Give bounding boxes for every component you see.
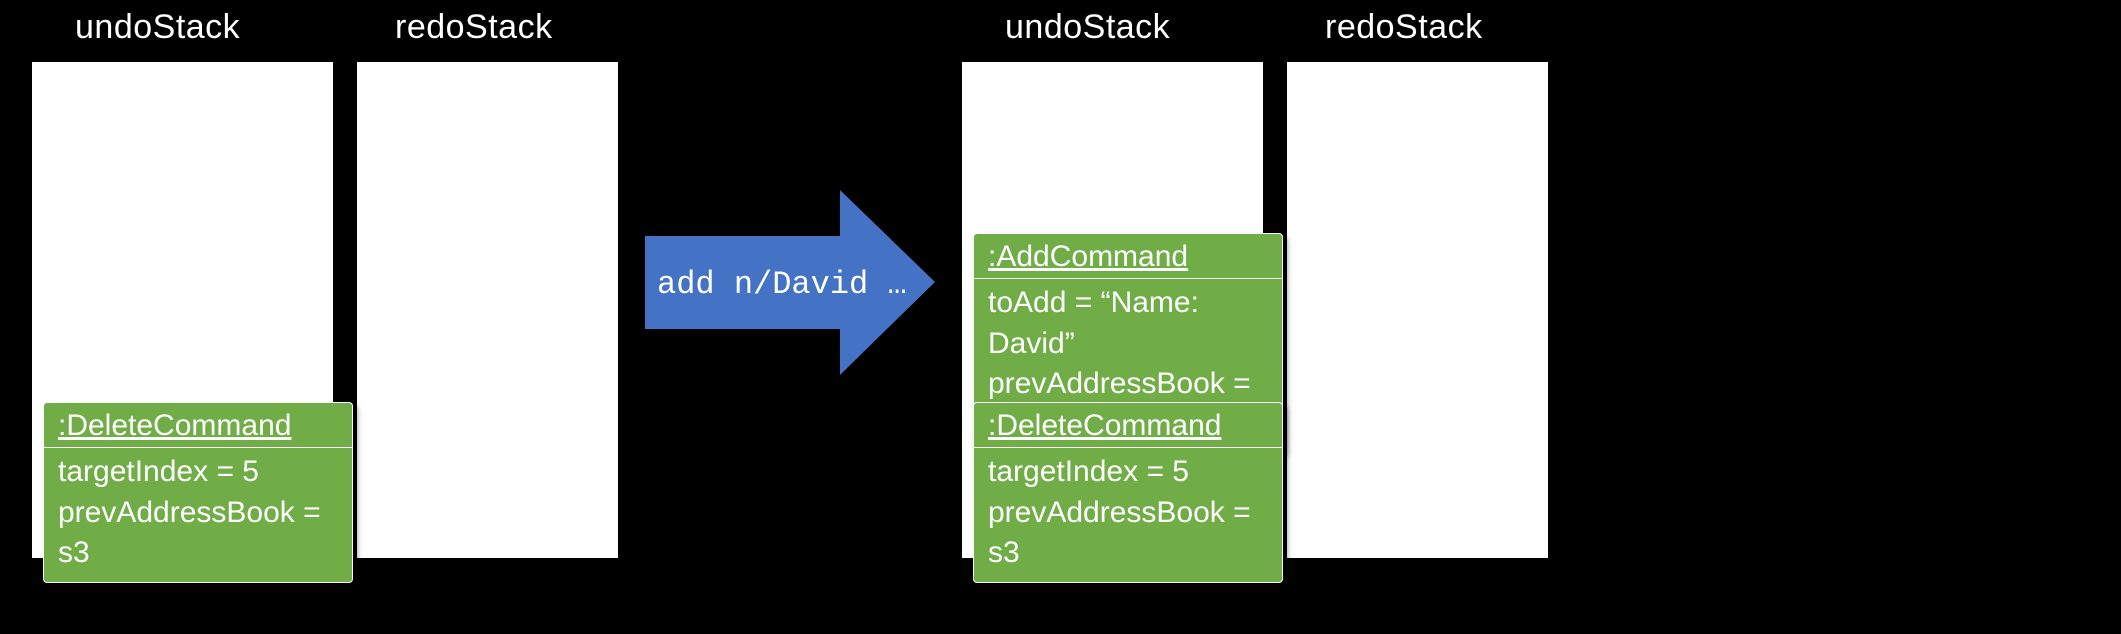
card-line: targetIndex = 5	[58, 452, 338, 493]
column-right-redo	[1285, 60, 1550, 560]
card-line: prevAddressBook = s3	[58, 493, 338, 574]
card-delete-right: :DeleteCommand targetIndex = 5 prevAddre…	[973, 402, 1283, 583]
transition-arrow: add n/David …	[645, 190, 935, 375]
heading-left-redo: redoStack	[395, 8, 553, 47]
heading-right-redo: redoStack	[1325, 8, 1483, 47]
card-line: targetIndex = 5	[988, 452, 1268, 493]
card-line: prevAddressBook = s3	[988, 493, 1268, 574]
card-title: :DeleteCommand	[974, 403, 1282, 448]
card-body: targetIndex = 5 prevAddressBook = s3	[974, 448, 1282, 582]
column-left-redo	[355, 60, 620, 560]
card-title: :AddCommand	[974, 234, 1282, 279]
arrow-label: add n/David …	[657, 266, 867, 303]
card-delete-left: :DeleteCommand targetIndex = 5 prevAddre…	[43, 402, 353, 583]
heading-left-undo: undoStack	[75, 8, 240, 47]
diagram-stage: undoStack redoStack :DeleteCommand targe…	[0, 0, 2121, 634]
card-body: targetIndex = 5 prevAddressBook = s3	[44, 448, 352, 582]
card-line: toAdd = “Name: David”	[988, 283, 1268, 364]
heading-right-undo: undoStack	[1005, 8, 1170, 47]
card-title: :DeleteCommand	[44, 403, 352, 448]
